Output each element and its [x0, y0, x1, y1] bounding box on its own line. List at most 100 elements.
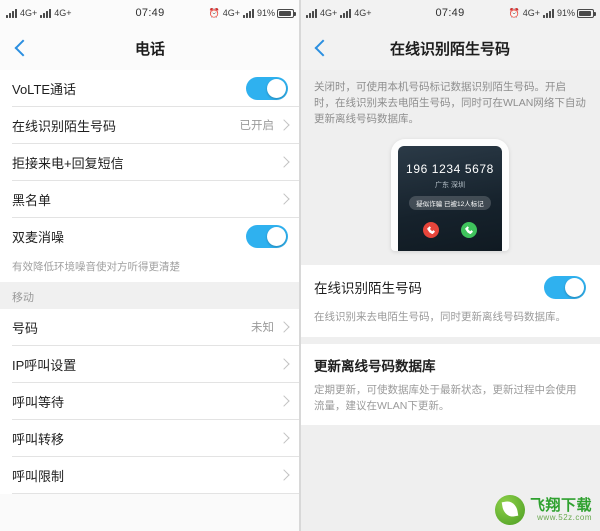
alarm-icon: ⏰ — [208, 7, 220, 18]
online-identify-desc: 在线识别来去电陌生号码，同时更新离线号码数据库。 — [314, 311, 566, 324]
dual-mic-hint: 有效降低环境噪音使对方听得更清楚 — [0, 254, 300, 283]
signal-bars-icon — [6, 8, 17, 18]
row-value: 未知 — [251, 322, 274, 335]
dual-phone-screenshot: 4G+ 4G+ 07:49 ⏰ 4G+ 91% 电话 VoLTE通话 在线识别陌… — [0, 0, 600, 531]
chevron-right-icon — [278, 432, 290, 444]
battery-icon — [577, 8, 596, 18]
chevron-right-icon — [278, 193, 290, 205]
row-right — [278, 469, 290, 481]
illustration-area: 196 1234 5678 广东 深圳 疑似诈骗 已被12人标记 — [300, 135, 600, 266]
chevron-right-icon — [278, 321, 290, 333]
watermark-text: 飞翔下载 www.52z.com — [530, 498, 592, 522]
left-settings-list-2: 号码 未知 IP呼叫设置 呼叫等待 呼叫转移 呼叫限制 — [0, 309, 300, 495]
chevron-right-icon — [278, 469, 290, 481]
preview-location: 广东 深圳 — [435, 182, 465, 190]
row-call-forwarding[interactable]: 呼叫转移 — [0, 420, 300, 457]
network-type-2: 4G+ — [354, 8, 372, 18]
row-label: VoLTE通话 — [12, 81, 77, 97]
row-right — [246, 76, 288, 100]
call-accept-icon — [461, 222, 477, 239]
left-settings-list-1: VoLTE通话 在线识别陌生号码 已开启 拒接来电+回复短信 黑名单 双麦消噪 … — [0, 70, 300, 283]
row-label: 呼叫限制 — [12, 468, 65, 484]
row-dual-mic-noise-reduction[interactable]: 双麦消噪 — [0, 218, 300, 254]
incoming-call-preview: 196 1234 5678 广东 深圳 疑似诈骗 已被12人标记 — [398, 146, 502, 252]
row-right — [278, 156, 290, 168]
row-reject-call-sms[interactable]: 拒接来电+回复短信 — [0, 144, 300, 180]
alarm-icon: ⏰ — [508, 7, 520, 18]
back-arrow-icon[interactable] — [10, 37, 32, 59]
offline-db-card: 更新离线号码数据库 定期更新，可使数据库处于最新状态，更新过程中会使用流量，建议… — [300, 343, 600, 426]
chevron-right-icon — [278, 358, 290, 370]
row-blacklist[interactable]: 黑名单 — [0, 181, 300, 217]
row-call-barring[interactable]: 呼叫限制 — [0, 457, 300, 494]
right-phone-screen: 4G+ 4G+ 07:49 ⏰ 4G+ 91% 在线识别陌生号码 关闭时，可使用… — [300, 0, 600, 531]
left-page-title: 电话 — [134, 40, 165, 58]
offline-db-desc: 定期更新，可使数据库处于最新状态，更新过程中会使用流量，建议在WLAN下更新。 — [314, 383, 577, 412]
chevron-right-icon — [278, 119, 290, 131]
row-right — [246, 224, 288, 248]
row-label: 呼叫转移 — [12, 431, 65, 447]
signal-bars-icon-2 — [340, 8, 352, 18]
row-right: 未知 — [251, 319, 290, 335]
signal-bars-icon-3 — [242, 8, 254, 18]
offline-db-title[interactable]: 更新离线号码数据库 — [300, 344, 600, 382]
divider — [12, 493, 300, 495]
row-right — [278, 395, 290, 407]
group-title-mobile: 移动 — [0, 282, 300, 310]
chevron-right-icon — [278, 395, 290, 407]
network-type-1: 4G+ — [20, 8, 38, 18]
online-identify-toggle[interactable] — [544, 275, 586, 299]
right-status-left: 4G+ 4G+ — [306, 8, 372, 18]
row-call-waiting[interactable]: 呼叫等待 — [0, 383, 300, 420]
network-type-1: 4G+ — [320, 8, 338, 18]
row-volte[interactable]: VoLTE通话 — [0, 70, 300, 106]
preview-phone-number: 196 1234 5678 — [406, 162, 494, 177]
watermark-main: 飞翔下载 — [529, 496, 592, 514]
right-nav-bar: 在线识别陌生号码 — [300, 26, 600, 70]
right-page-title: 在线识别陌生号码 — [389, 40, 510, 58]
screen-divider — [299, 0, 301, 531]
row-online-identify[interactable]: 在线识别陌生号码 已开启 — [0, 107, 300, 143]
row-right — [544, 275, 586, 299]
row-label: 在线识别陌生号码 — [12, 118, 117, 134]
row-right: 已开启 — [239, 117, 290, 133]
dual-mic-toggle[interactable] — [246, 224, 288, 248]
online-identify-card: 在线识别陌生号码 在线识别来去电陌生号码，同时更新离线号码数据库。 — [300, 265, 600, 337]
bottom-spacer — [300, 425, 600, 466]
row-label: 呼叫等待 — [12, 394, 65, 410]
network-type-3: 4G+ — [522, 8, 540, 18]
network-type-3: 4G+ — [222, 8, 240, 18]
row-label: IP呼叫设置 — [12, 357, 77, 373]
row-right — [278, 193, 290, 205]
row-label: 拒接来电+回复短信 — [12, 155, 124, 171]
left-status-bar: 4G+ 4G+ 07:49 ⏰ 4G+ 91% — [0, 0, 300, 26]
volte-toggle[interactable] — [246, 76, 288, 100]
row-right — [278, 432, 290, 444]
row-ip-call-settings[interactable]: IP呼叫设置 — [0, 346, 300, 383]
network-type-2: 4G+ — [54, 8, 72, 18]
chevron-right-icon — [278, 156, 290, 168]
right-status-bar: 4G+ 4G+ 07:49 ⏰ 4G+ 91% — [300, 0, 600, 26]
preview-call-actions — [423, 222, 477, 239]
battery-icon — [277, 8, 296, 18]
row-number[interactable]: 号码 未知 — [0, 309, 300, 346]
battery-percent: 91% — [256, 8, 275, 18]
site-watermark: 飞翔下载 www.52z.com — [494, 495, 592, 525]
row-value: 已开启 — [239, 120, 275, 132]
signal-bars-icon-3 — [542, 8, 554, 18]
signal-bars-icon-2 — [40, 8, 52, 18]
left-status-left: 4G+ 4G+ — [6, 8, 72, 18]
preview-spam-tag: 疑似诈骗 已被12人标记 — [409, 196, 491, 211]
row-label: 在线识别陌生号码 — [314, 281, 422, 297]
phone-illustration: 196 1234 5678 广东 深圳 疑似诈骗 已被12人标记 — [391, 139, 509, 252]
right-status-right: ⏰ 4G+ 91% — [508, 7, 596, 19]
row-right — [278, 358, 290, 370]
feature-description: 关闭时，可使用本机号码标记数据识别陌生号码。开启时，在线识别来去电陌生号码，同时… — [300, 70, 600, 136]
call-decline-icon — [423, 222, 439, 239]
row-online-identify-toggle[interactable]: 在线识别陌生号码 — [300, 265, 600, 309]
battery-indicator: 91% — [256, 8, 296, 18]
left-nav-bar: 电话 — [0, 26, 300, 70]
section-spacer — [300, 336, 600, 344]
battery-indicator: 91% — [557, 8, 596, 18]
back-arrow-icon[interactable] — [310, 37, 332, 59]
